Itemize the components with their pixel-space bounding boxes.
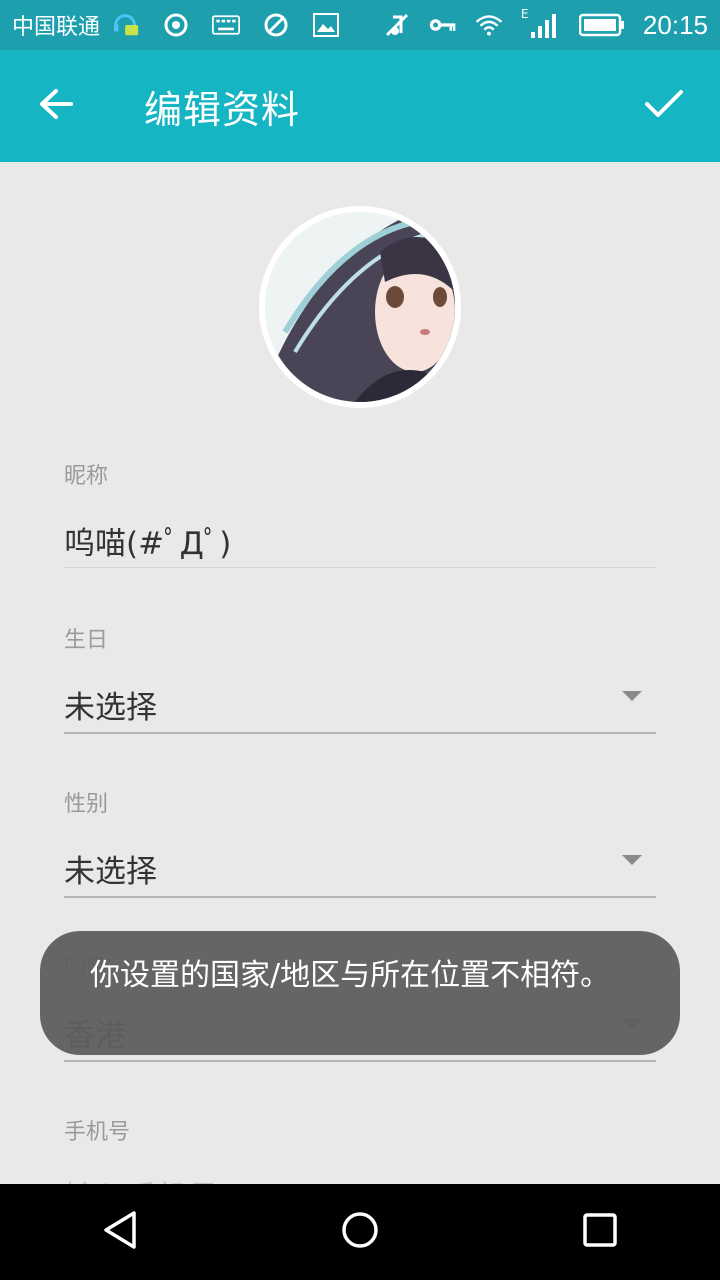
wifi-icon — [475, 11, 503, 39]
page-title: 编辑资料 — [144, 87, 301, 132]
dropdown-arrow-icon — [622, 691, 642, 701]
battery-icon — [578, 11, 625, 39]
nickname-input[interactable]: 呜喵(#ﾟДﾟ) — [64, 518, 656, 563]
arrow-left-icon — [38, 88, 74, 124]
phone-input[interactable]: 输入手机号 — [64, 1172, 656, 1184]
birthday-label: 生日 — [64, 628, 109, 653]
divider — [64, 1060, 656, 1062]
circle-home-icon — [341, 1211, 379, 1253]
dropdown-arrow-icon — [622, 855, 642, 865]
app-bar: 编辑资料 — [0, 50, 720, 162]
nickname-label: 昵称 — [64, 464, 109, 489]
nav-recents-button[interactable] — [550, 1184, 650, 1280]
nav-back-button[interactable] — [70, 1184, 170, 1280]
toast-message: 你设置的国家/地区与所在位置不相符。 — [40, 931, 680, 1055]
sync-icon — [162, 11, 190, 39]
gender-label: 性别 — [64, 792, 109, 817]
divider — [64, 896, 656, 898]
check-icon — [644, 89, 684, 123]
notification-icons — [112, 11, 340, 39]
mute-icon — [383, 11, 411, 39]
blocked-icon — [262, 11, 290, 39]
triangle-back-icon — [102, 1210, 138, 1254]
divider — [64, 567, 656, 568]
birthday-select[interactable]: 未选择 — [64, 682, 656, 727]
save-button[interactable] — [608, 50, 720, 162]
avatar[interactable] — [259, 206, 461, 408]
signal-icon: E — [521, 7, 561, 39]
avatar-image — [265, 212, 455, 402]
keyboard-icon — [212, 11, 241, 39]
image-icon — [312, 11, 340, 39]
phone-field[interactable]: 手机号 输入手机号 — [64, 1114, 656, 1184]
clock: 20:15 — [642, 9, 708, 40]
key-icon — [429, 11, 457, 39]
carrier-label: 中国联通 — [12, 15, 101, 40]
gender-select[interactable]: 未选择 — [64, 846, 656, 891]
phone-label: 手机号 — [64, 1120, 131, 1145]
network-type-label: E — [520, 7, 529, 21]
birthday-field[interactable]: 生日 未选择 — [64, 622, 656, 734]
divider — [64, 732, 656, 734]
status-bar: 中国联通 E 20:15 — [0, 0, 720, 50]
back-button[interactable] — [0, 50, 112, 162]
system-icons: E 20:15 — [383, 7, 708, 41]
square-recents-icon — [583, 1213, 617, 1251]
headset-chat-icon — [112, 11, 140, 39]
nav-home-button[interactable] — [310, 1184, 410, 1280]
gender-field[interactable]: 性别 未选择 — [64, 786, 656, 898]
system-nav-bar — [0, 1184, 720, 1280]
nickname-field[interactable]: 昵称 呜喵(#ﾟДﾟ) — [64, 458, 656, 570]
